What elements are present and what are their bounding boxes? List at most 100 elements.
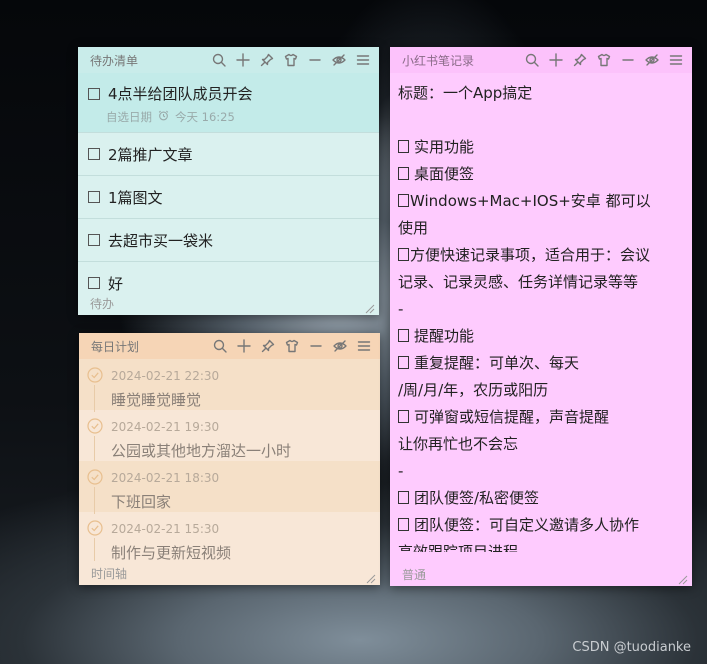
timeline-entry[interactable]: 2024-02-21 15:30 制作与更新短视频 (79, 512, 380, 561)
todo-text[interactable]: 去超市买一袋米 (108, 230, 213, 251)
note-line: 高效跟踪项目进程 (398, 539, 684, 552)
entry-text[interactable]: 制作与更新短视频 (111, 542, 380, 561)
menu-icon[interactable] (668, 52, 684, 68)
check-circle-icon[interactable] (87, 520, 103, 536)
note-line (398, 107, 684, 134)
pin-icon[interactable] (572, 52, 588, 68)
note-line: Windows+Mac+IOS+安卓 都可以 (398, 188, 684, 215)
pin-icon[interactable] (259, 52, 275, 68)
note-line: - (398, 296, 684, 323)
entry-text[interactable]: 下班回家 (111, 491, 380, 512)
entry-text[interactable]: 公园或其他地方溜达一小时 (111, 440, 380, 461)
note-line: 桌面便签 (398, 161, 684, 188)
note-category[interactable]: 时间轴 (91, 565, 127, 582)
timeline-entry[interactable]: 2024-02-21 18:30 下班回家 (79, 461, 380, 514)
todo-text[interactable]: 4点半给团队成员开会 (108, 83, 253, 104)
shirt-icon[interactable] (284, 338, 300, 354)
hide-eye-icon[interactable] (644, 52, 660, 68)
note-category[interactable]: 待办 (90, 295, 114, 312)
timeline-entry[interactable]: 2024-02-21 19:30 公园或其他地方溜达一小时 (79, 410, 380, 463)
plus-icon[interactable] (235, 52, 251, 68)
daily-plan-note-window[interactable]: 每日计划 2024-02-21 22:30 睡觉睡觉睡觉 2024-02-21 … (79, 333, 380, 585)
todo-list[interactable]: 4点半给团队成员开会 自选日期 今天 16:25 2篇推广文章 1篇图文 去超市… (78, 73, 379, 291)
check-circle-icon[interactable] (87, 418, 103, 434)
note-line: 提醒功能 (398, 323, 684, 350)
resize-grip-icon[interactable] (676, 570, 688, 585)
note-footer: 待办 (78, 291, 379, 315)
todo-item[interactable]: 2篇推广文章 (78, 133, 379, 176)
note-header[interactable]: 待办清单 (78, 47, 379, 73)
note-line: 可弹窗或短信提醒，声音提醒 (398, 404, 684, 431)
todo-checkbox[interactable] (88, 191, 100, 203)
search-icon[interactable] (211, 52, 227, 68)
timeline-entry[interactable]: 2024-02-21 22:30 睡觉睡觉睡觉 (79, 359, 380, 412)
note-line: /周/月/年，农历或阳历 (398, 377, 684, 404)
minimize-icon[interactable] (620, 52, 636, 68)
todo-text[interactable]: 好 (108, 273, 123, 292)
todo-checkbox[interactable] (88, 277, 100, 289)
xiaohongshu-note-window[interactable]: 小红书笔记录 标题：一个App搞定 实用功能 桌面便签 Windows+Mac+IO… (390, 47, 692, 586)
emoji-placeholder-icon (398, 194, 409, 207)
menu-icon[interactable] (356, 338, 372, 354)
note-line-text: 高效跟踪项目进程 (398, 543, 519, 552)
check-circle-icon[interactable] (87, 469, 103, 485)
todo-item[interactable]: 4点半给团队成员开会 自选日期 今天 16:25 (78, 73, 379, 133)
emoji-placeholder-icon (398, 410, 409, 423)
todo-text[interactable]: 2篇推广文章 (108, 144, 193, 165)
check-circle-icon[interactable] (87, 367, 103, 383)
note-line-text: 团队便签/私密便签 (414, 489, 540, 507)
note-line-text: 重复提醒：可单次、每天 (414, 354, 580, 372)
note-line-text: - (398, 300, 404, 318)
shirt-icon[interactable] (596, 52, 612, 68)
note-line-text: 让你再忙也不会忘 (398, 435, 519, 453)
hide-eye-icon[interactable] (331, 52, 347, 68)
note-line-text: 桌面便签 (414, 165, 475, 183)
resize-grip-icon[interactable] (363, 299, 375, 314)
hide-eye-icon[interactable] (332, 338, 348, 354)
emoji-placeholder-icon (398, 329, 409, 342)
watermark-text: CSDN @tuodianke (572, 640, 691, 655)
search-icon[interactable] (212, 338, 228, 354)
note-line-text: 方便快速记录事项，适合用于：会议 (410, 246, 651, 264)
note-footer: 时间轴 (79, 561, 380, 585)
shirt-icon[interactable] (283, 52, 299, 68)
minimize-icon[interactable] (308, 338, 324, 354)
plus-icon[interactable] (548, 52, 564, 68)
date-label[interactable]: 自选日期 (106, 109, 152, 125)
search-icon[interactable] (524, 52, 540, 68)
todo-checkbox[interactable] (88, 87, 100, 100)
emoji-placeholder-icon (398, 167, 409, 180)
timeline-list[interactable]: 2024-02-21 22:30 睡觉睡觉睡觉 2024-02-21 19:30… (79, 359, 380, 561)
emoji-placeholder-icon (398, 356, 409, 369)
todo-note-window[interactable]: 待办清单 4点半给团队成员开会 自选日期 今天 16:25 2篇推广文章 1篇图… (78, 47, 379, 315)
note-title: 每日计划 (91, 339, 140, 354)
note-line-text: - (398, 462, 404, 480)
note-header[interactable]: 小红书笔记录 (390, 47, 692, 73)
note-line: 方便快速记录事项，适合用于：会议 (398, 242, 684, 269)
todo-checkbox[interactable] (88, 234, 100, 246)
note-line-text: 提醒功能 (414, 327, 475, 345)
plus-icon[interactable] (236, 338, 252, 354)
note-title: 待办清单 (90, 53, 139, 68)
note-header[interactable]: 每日计划 (79, 333, 380, 359)
todo-item[interactable]: 1篇图文 (78, 176, 379, 219)
minimize-icon[interactable] (307, 52, 323, 68)
todo-item[interactable]: 好 (78, 262, 379, 291)
todo-text[interactable]: 1篇图文 (108, 187, 163, 208)
todo-checkbox[interactable] (88, 148, 100, 160)
pin-icon[interactable] (260, 338, 276, 354)
entry-text[interactable]: 睡觉睡觉睡觉 (111, 389, 380, 410)
note-line: 使用 (398, 215, 684, 242)
note-line-text: 标题：一个App搞定 (398, 84, 533, 102)
note-line: 团队便签/私密便签 (398, 485, 684, 512)
todo-item[interactable]: 去超市买一袋米 (78, 219, 379, 262)
resize-grip-icon[interactable] (364, 569, 376, 584)
note-toolbar (211, 52, 371, 68)
note-footer: 普通 (390, 562, 692, 586)
note-category[interactable]: 普通 (402, 566, 426, 583)
note-toolbar (524, 52, 684, 68)
todo-reminder-meta[interactable]: 自选日期 今天 16:25 (88, 109, 371, 125)
timeline-connector (94, 487, 95, 514)
note-body-text[interactable]: 标题：一个App搞定 实用功能 桌面便签 Windows+Mac+IOS+安卓 都可… (398, 80, 684, 552)
menu-icon[interactable] (355, 52, 371, 68)
